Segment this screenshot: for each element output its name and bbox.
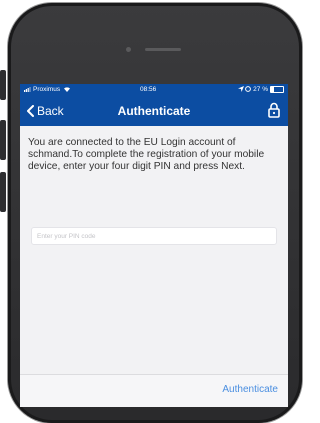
location-icon [237, 86, 244, 93]
navigation-bar: Back Authenticate [20, 96, 288, 126]
status-time: 08:56 [140, 86, 157, 93]
bottom-toolbar: Authenticate [20, 374, 288, 407]
phone-frame: Proximus 08:56 27 % Back Authenticate Yo… [0, 0, 305, 423]
alarm-icon [245, 86, 252, 93]
lock-icon[interactable] [268, 102, 280, 118]
carrier-name: Proximus [33, 86, 61, 93]
mute-switch [0, 70, 6, 100]
instruction-text: You are connected to the EU Login accoun… [28, 137, 265, 173]
status-left: Proximus [24, 84, 71, 96]
earpiece-speaker [145, 48, 181, 51]
pin-code-input[interactable] [31, 227, 277, 245]
wifi-icon [63, 87, 70, 93]
status-bar: Proximus 08:56 27 % [20, 84, 288, 96]
app-screen: Proximus 08:56 27 % Back Authenticate Yo… [20, 84, 288, 407]
signal-icon [24, 86, 31, 92]
front-camera [126, 47, 131, 52]
battery-percent: 27 % [253, 86, 268, 93]
page-title: Authenticate [117, 104, 191, 118]
volume-up-button [0, 120, 6, 160]
battery-icon [270, 85, 284, 93]
authenticate-button[interactable]: Authenticate [222, 383, 278, 397]
status-right: 27 % [237, 84, 284, 96]
volume-down-button [0, 172, 6, 212]
